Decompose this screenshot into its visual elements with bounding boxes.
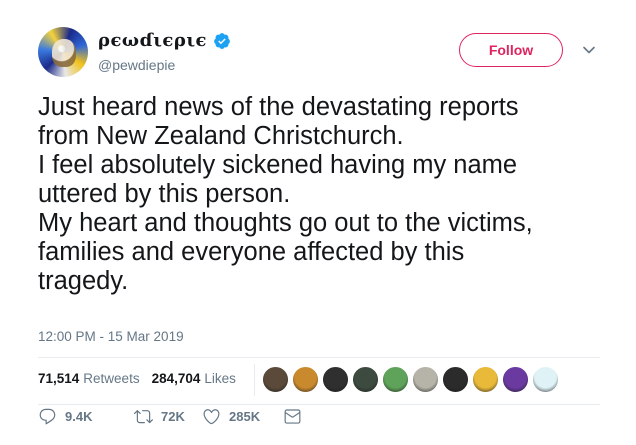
stats-separator: [254, 364, 255, 396]
tweet-card: ρєωɗιєριє @pewdiepie Follow Just heard n…: [0, 0, 636, 445]
tweet-timestamp[interactable]: 12:00 PM - 15 Mar 2019: [38, 329, 184, 344]
tweet-line: from New Zealand Christchurch.: [38, 122, 404, 150]
reply-button[interactable]: 9.4K: [38, 407, 92, 426]
tweet-line: Just heard news of the devastating repor…: [38, 93, 519, 121]
liker-avatars: [262, 366, 562, 393]
like-count: 285K: [229, 408, 261, 424]
divider: [38, 357, 600, 358]
tweet-line: families and everyone affected by this: [38, 238, 465, 266]
envelope-icon: [284, 408, 301, 424]
divider: [38, 404, 600, 405]
likes-stat[interactable]: 284,704 Likes: [152, 371, 236, 386]
liker-avatar[interactable]: [292, 366, 319, 393]
engagement-stats: 71,514 Retweets 284,704 Likes: [38, 371, 248, 386]
liker-avatar[interactable]: [472, 366, 499, 393]
liker-avatar[interactable]: [352, 366, 379, 393]
tweet-line: My heart and thoughts go out to the vict…: [38, 209, 533, 237]
likes-count: 284,704: [151, 371, 201, 386]
avatar[interactable]: [38, 27, 88, 77]
follow-button[interactable]: Follow: [459, 33, 563, 67]
tweet-text: Just heard news of the devastating repor…: [38, 93, 608, 296]
direct-message-button[interactable]: [283, 407, 310, 426]
user-name-row[interactable]: ρєωɗιєριє: [98, 30, 231, 51]
liker-avatar[interactable]: [262, 366, 289, 393]
liker-avatar[interactable]: [412, 366, 439, 393]
tweet-line: I feel absolutely sickened having my nam…: [38, 151, 518, 179]
retweets-count: 71,514: [38, 371, 80, 386]
retweet-count: 72K: [161, 408, 185, 424]
liker-avatar[interactable]: [382, 366, 409, 393]
retweet-icon: [134, 409, 153, 423]
liker-avatar[interactable]: [502, 366, 529, 393]
heart-icon: [203, 408, 220, 424]
liker-avatar[interactable]: [532, 366, 559, 393]
display-name[interactable]: ρєωɗιєριє: [98, 30, 207, 51]
retweets-stat[interactable]: 71,514 Retweets: [38, 371, 140, 386]
reply-count: 9.4K: [65, 408, 93, 424]
like-button[interactable]: 285K: [202, 407, 260, 426]
liker-avatar[interactable]: [322, 366, 349, 393]
liker-avatar[interactable]: [442, 366, 469, 393]
reply-icon: [39, 408, 56, 424]
retweet-button[interactable]: 72K: [134, 407, 185, 426]
user-handle[interactable]: @pewdiepie: [98, 57, 175, 73]
likes-label: Likes: [204, 371, 236, 386]
retweets-label: Retweets: [83, 371, 140, 386]
tweet-line: tragedy.: [38, 267, 129, 295]
chevron-down-icon[interactable]: [582, 43, 596, 57]
verified-badge-icon: [214, 32, 230, 49]
tweet-line: uttered by this person.: [38, 180, 291, 208]
